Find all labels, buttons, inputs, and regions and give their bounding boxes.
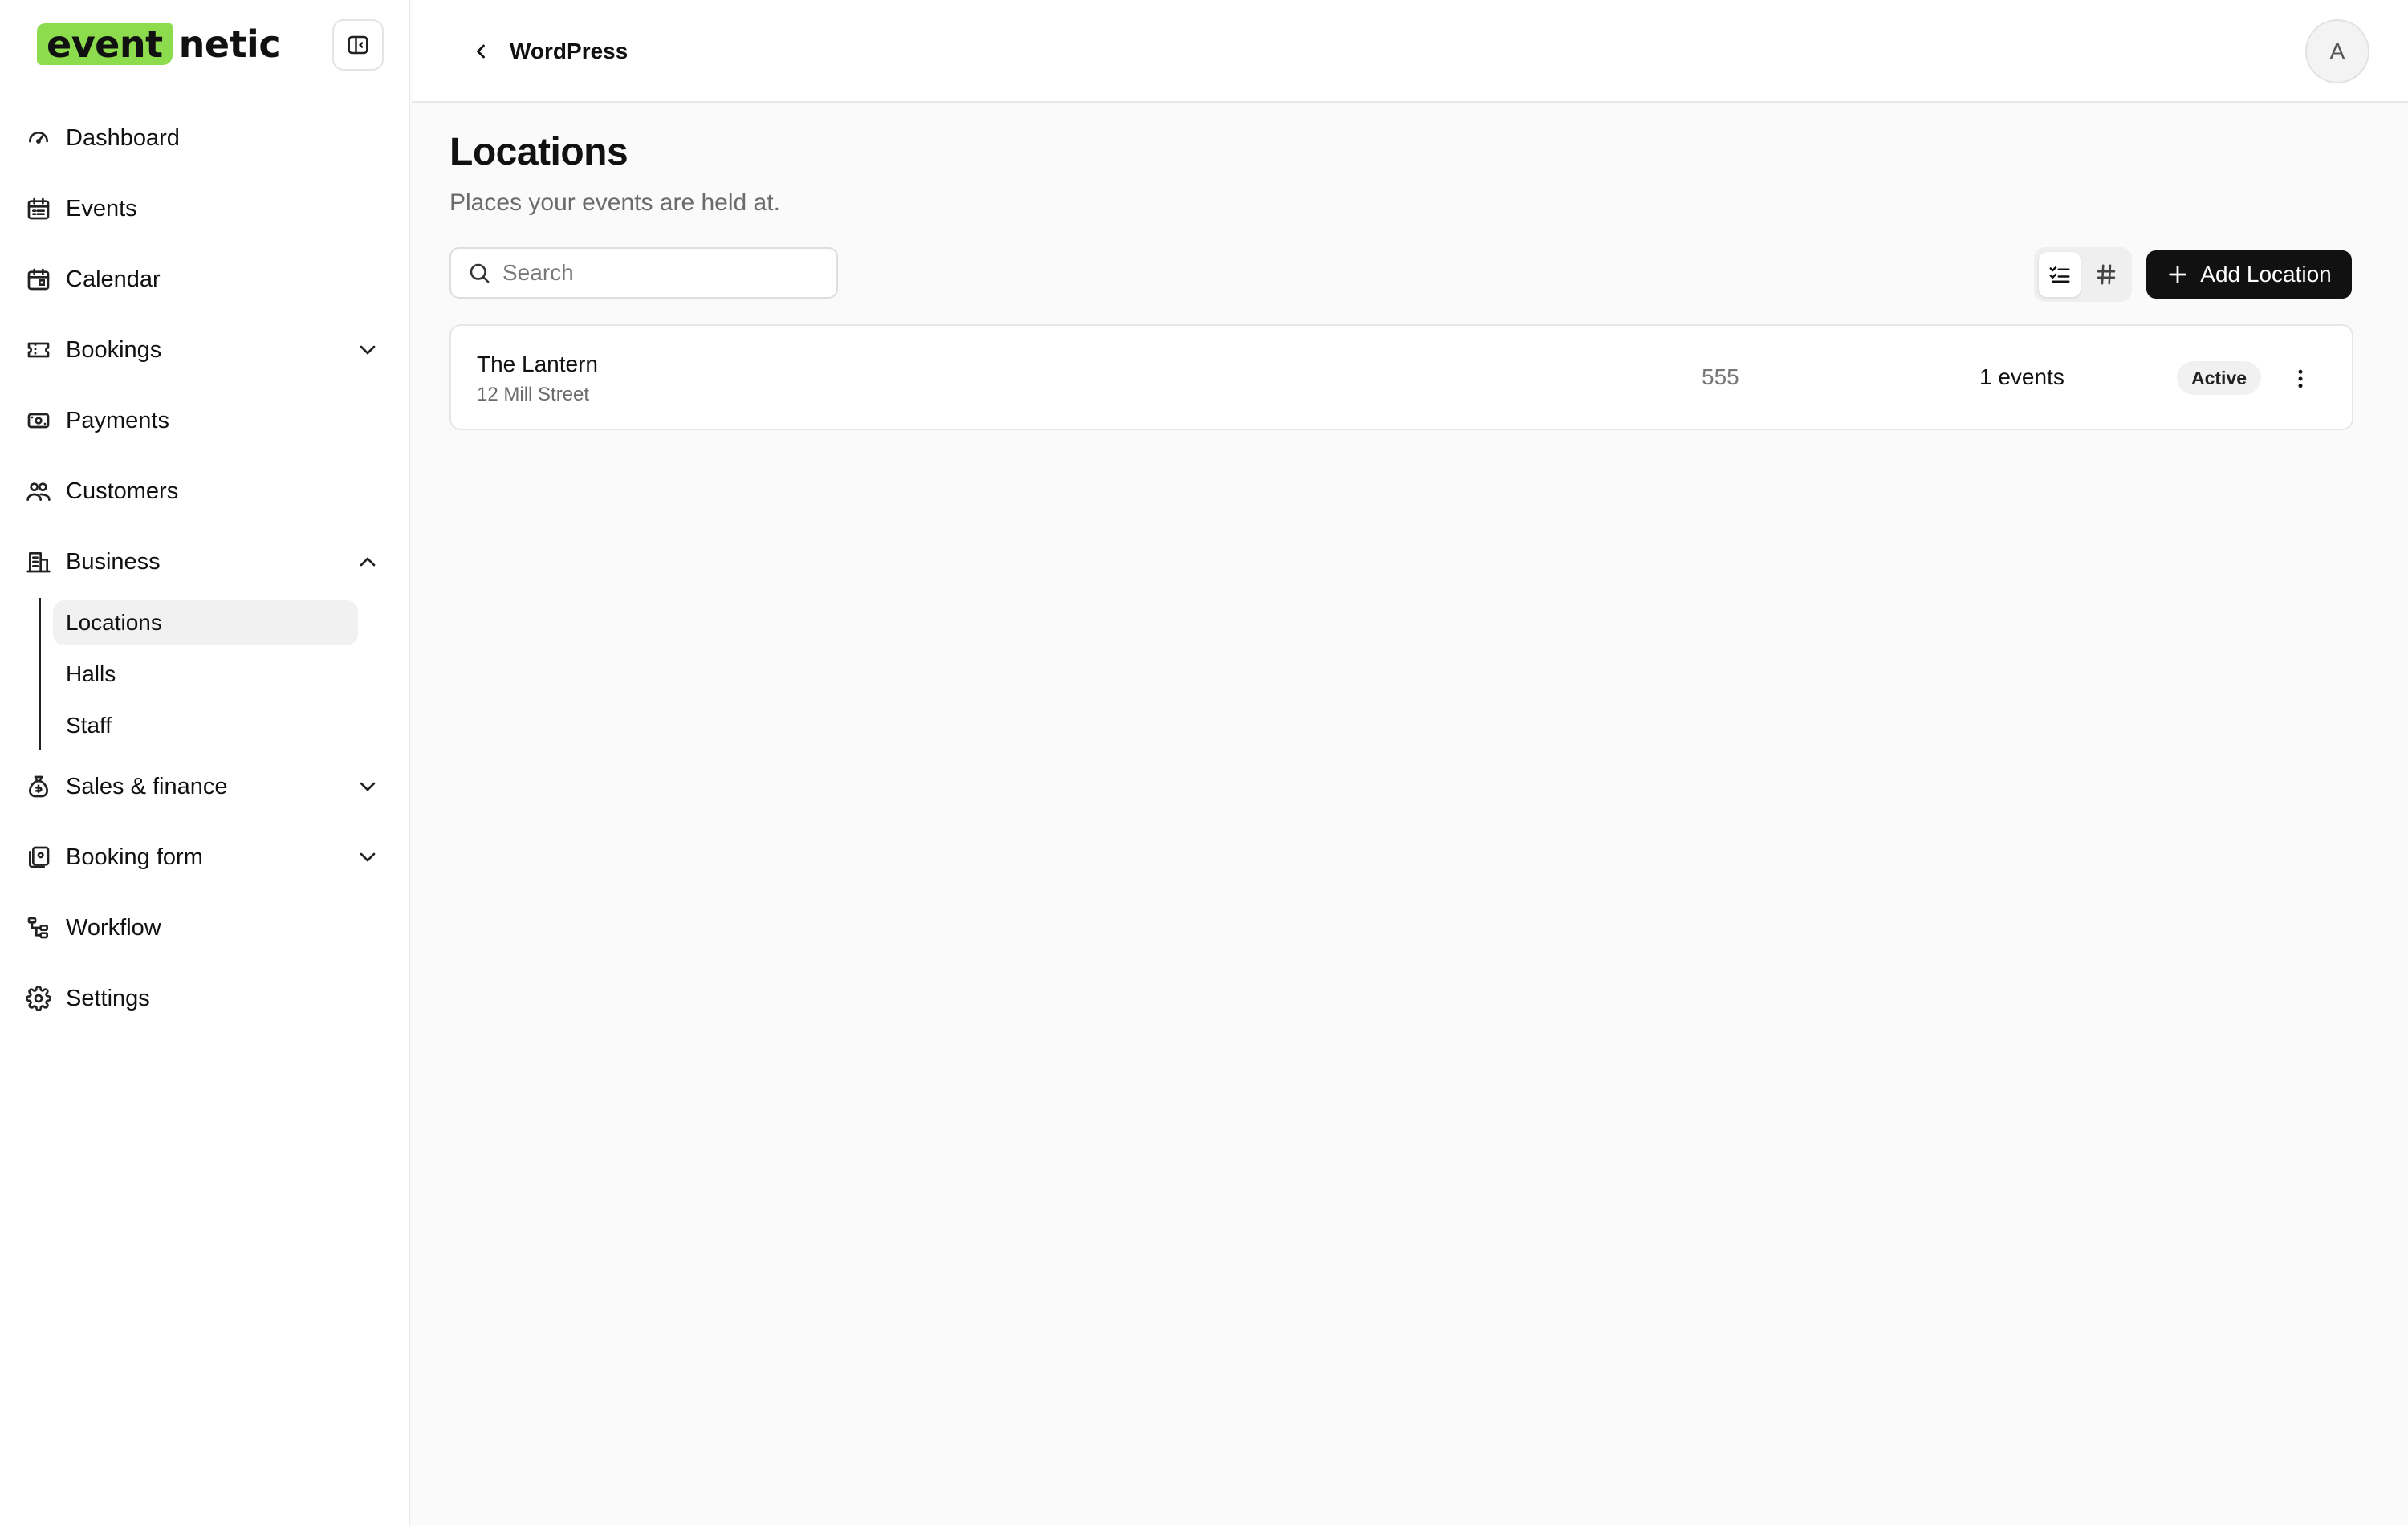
sidebar-item-label: Bookings [66,336,162,363]
chevron-down-icon[interactable] [355,774,380,799]
location-events-count: 1 events [1979,364,2064,389]
sidebar-item-label: Events [66,195,137,222]
list-view-button[interactable] [2039,252,2081,297]
sidebar-item-customers[interactable]: Customers [24,466,388,517]
sidebar-item-workflow[interactable]: Workflow [24,902,388,954]
ticket-icon [24,336,53,364]
sidebar-item-label: Payments [66,407,169,433]
location-address: 12 Mill Street [477,384,590,405]
sidebar: event netic Dashboard Events Calendar Boo… [0,0,410,1525]
money-bag-icon [24,772,53,801]
sidebar-item-label: Settings [66,985,150,1011]
avatar[interactable]: A [2305,19,2369,83]
hash-icon [2097,264,2116,285]
back-link[interactable]: WordPress [470,32,628,71]
sidebar-subitem-staff[interactable]: Staff [53,703,358,748]
chevron-left-icon [477,44,485,59]
form-cards-icon [24,843,53,872]
sidebar-item-label: Workflow [66,914,161,941]
top-bar: WordPress A [412,0,2408,103]
add-location-label: Add Location [2200,262,2332,287]
location-row[interactable]: The Lantern 12 Mill Street 555 1 events … [449,324,2353,430]
banknote-icon [24,406,53,435]
brand-logo-highlight: event [37,23,173,65]
sidebar-item-label: Sales & finance [66,773,228,799]
grid-view-button[interactable] [2085,252,2127,297]
location-number: 555 [1702,364,1739,389]
sidebar-item-label: Booking form [66,844,203,870]
sidebar-item-label: Dashboard [66,124,180,151]
sidebar-item-booking-form[interactable]: Booking form [24,832,388,883]
sidebar-item-payments[interactable]: Payments [24,395,388,446]
sidebar-item-label: Calendar [66,266,161,292]
status-badge: Active [2177,361,2262,395]
brand-logo[interactable]: event netic [37,19,281,69]
search-icon [470,263,490,283]
row-menu-button[interactable] [2286,364,2315,393]
users-icon [24,477,53,506]
plus-icon [2169,266,2186,283]
search-input[interactable] [502,260,807,286]
sidebar-item-business[interactable]: Business [24,536,388,588]
list-checks-icon [2049,266,2070,283]
chevron-up-icon[interactable] [355,549,380,575]
sidebar-subitem-halls[interactable]: Halls [53,652,358,697]
chevron-down-icon[interactable] [355,844,380,870]
brand-logo-text: netic [178,22,281,66]
gauge-icon [24,124,53,152]
sidebar-item-label: Customers [66,478,179,504]
sidebar-item-dashboard[interactable]: Dashboard [24,112,388,164]
sidebar-item-calendar[interactable]: Calendar [24,254,388,305]
workflow-icon [24,913,53,942]
building-icon [24,547,53,576]
back-link-label: WordPress [510,39,628,63]
chevron-down-icon[interactable] [355,337,380,363]
sidebar-item-label: Business [66,548,161,575]
view-toggle [2034,247,2132,302]
add-location-button[interactable]: Add Location [2146,250,2352,299]
calendar-list-icon [24,194,53,223]
page-title: Locations [449,131,628,173]
sidebar-item-bookings[interactable]: Bookings [24,324,388,376]
sidebar-item-settings[interactable]: Settings [24,973,388,1024]
gear-icon [24,984,53,1013]
sidebar-toggle-icon [348,35,368,55]
submenu-line [39,598,41,750]
sidebar-item-events[interactable]: Events [24,183,388,234]
calendar-icon [24,265,53,294]
sidebar-collapse-button[interactable] [332,19,384,71]
location-name: The Lantern [477,352,598,376]
page-subtitle: Places your events are held at. [449,189,780,216]
sidebar-item-sales-finance[interactable]: Sales & finance [24,761,388,812]
search-box[interactable] [449,247,838,299]
more-vertical-icon [2298,369,2303,388]
sidebar-subitem-locations[interactable]: Locations [53,600,358,645]
